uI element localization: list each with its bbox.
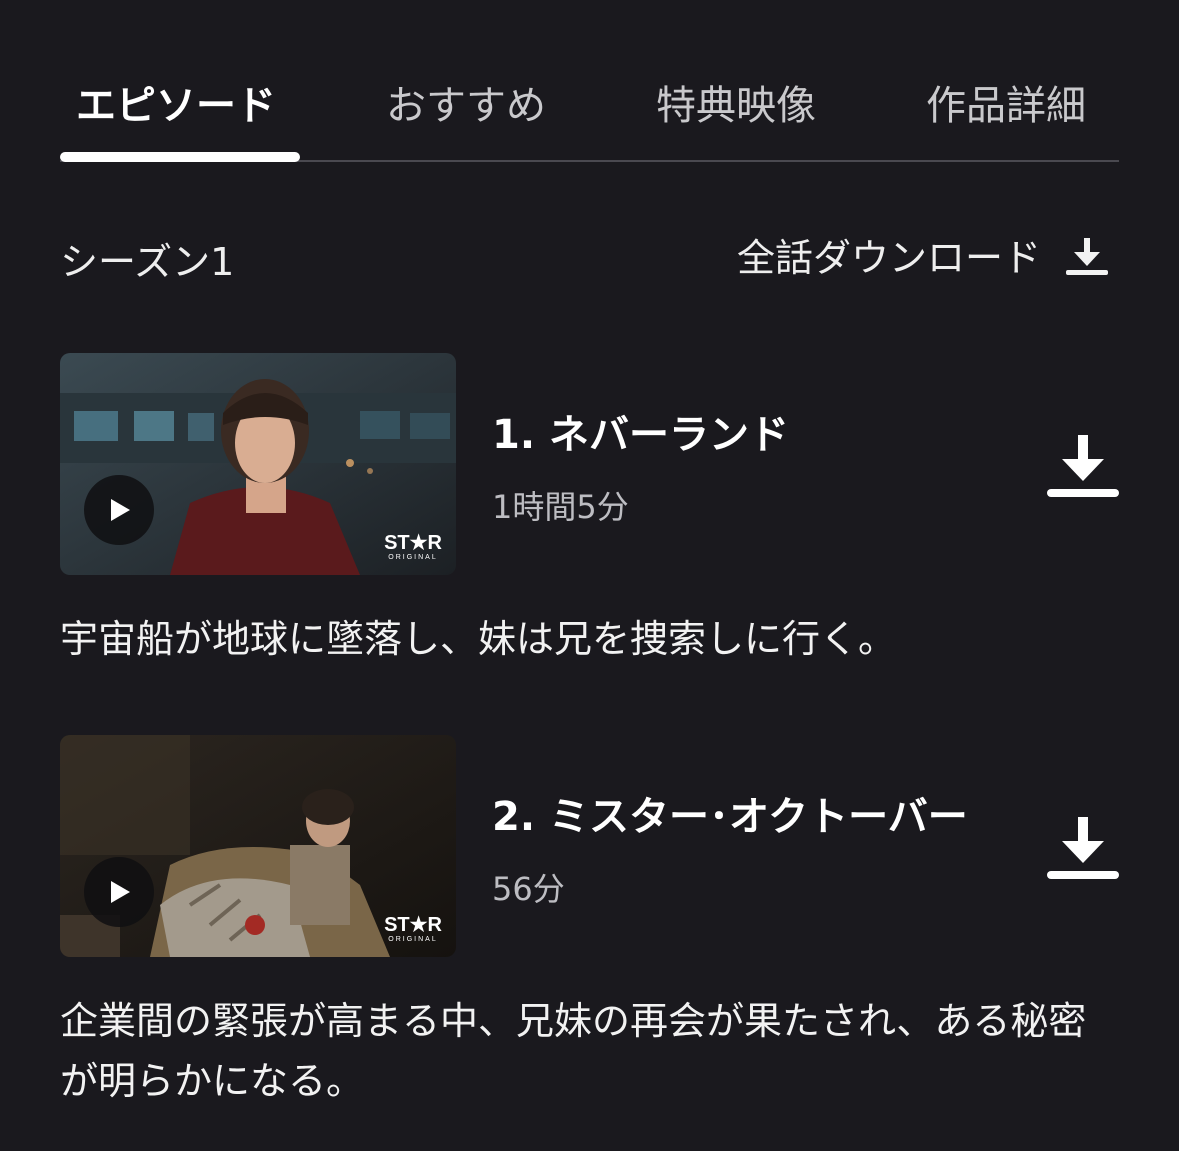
- star-logo-subtext: ORIGINAL: [388, 936, 438, 943]
- star-original-logo: ST★R ORIGINAL: [384, 915, 442, 945]
- season-header: シーズン1 全話ダウンロード: [60, 232, 1119, 292]
- episode-download-button-1[interactable]: [1047, 433, 1119, 499]
- tab-details[interactable]: 作品詳細: [926, 80, 1086, 132]
- play-icon: [111, 499, 130, 521]
- episode-thumbnail-2[interactable]: ST★R ORIGINAL: [60, 735, 456, 957]
- episode-item-2: ST★R ORIGINAL 2. ミスター･オクトーバー 56分 企業間の緊張が…: [60, 735, 1119, 1115]
- play-button-1[interactable]: [84, 475, 154, 545]
- season-selector[interactable]: シーズン1: [60, 238, 234, 286]
- star-logo-text: ST★R: [384, 914, 442, 936]
- download-icon: [1047, 817, 1119, 879]
- episode-description-2: 企業間の緊張が高まる中、兄妹の再会が果たされ、ある秘密が明らかになる。: [60, 999, 1087, 1103]
- download-all-button[interactable]: 全話ダウンロード: [737, 234, 1109, 282]
- episode-duration-2: 56分: [492, 870, 565, 908]
- play-button-2[interactable]: [84, 857, 154, 927]
- episode-title-2[interactable]: 2. ミスター･オクトーバー: [492, 791, 968, 843]
- tab-bar: エピソード おすすめ 特典映像 作品詳細: [60, 70, 1119, 162]
- tab-episodes[interactable]: エピソード: [76, 80, 276, 132]
- tab-extras[interactable]: 特典映像: [656, 80, 816, 132]
- episode-thumbnail-1[interactable]: ST★R ORIGINAL: [60, 353, 456, 575]
- active-tab-indicator: [60, 152, 300, 162]
- episode-description-1: 宇宙船が地球に墜落し、妹は兄を捜索しに行く。: [60, 617, 897, 661]
- star-original-logo: ST★R ORIGINAL: [384, 533, 442, 563]
- episode-download-button-2[interactable]: [1047, 815, 1119, 881]
- episode-duration-1: 1時間5分: [492, 488, 629, 526]
- episode-item-1: ST★R ORIGINAL 1. ネバーランド 1時間5分 宇宙船が地球に墜落し…: [60, 353, 1119, 673]
- download-icon: [1047, 435, 1119, 497]
- download-all-label: 全話ダウンロード: [736, 236, 1041, 280]
- play-icon: [111, 881, 130, 903]
- download-icon: [1065, 236, 1109, 280]
- star-logo-subtext: ORIGINAL: [388, 554, 438, 561]
- episode-title-1[interactable]: 1. ネバーランド: [492, 409, 789, 461]
- star-logo-text: ST★R: [384, 532, 442, 554]
- tab-recommended[interactable]: おすすめ: [386, 80, 546, 132]
